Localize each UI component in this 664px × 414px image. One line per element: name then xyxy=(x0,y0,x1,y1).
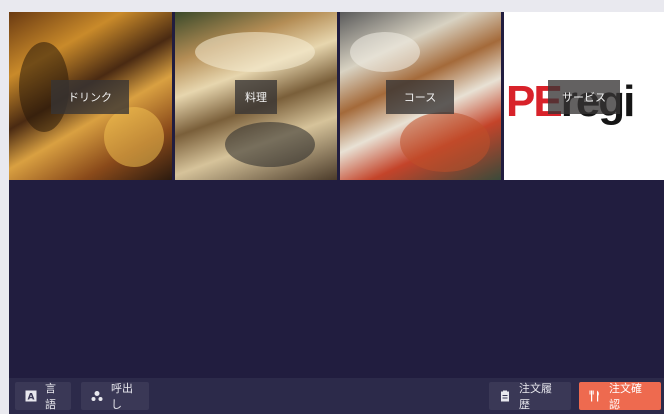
language-icon: A xyxy=(25,390,37,402)
tile-service[interactable]: PEregi サービス xyxy=(504,12,664,180)
language-label: 言語 xyxy=(45,382,56,411)
tile-food-label: 料理 xyxy=(235,80,277,114)
svg-text:A: A xyxy=(28,393,35,403)
order-history-icon xyxy=(499,390,511,402)
call-staff-button[interactable]: 呼出し xyxy=(81,382,149,411)
order-history-label: 注文履歴 xyxy=(519,382,552,411)
tile-course[interactable]: コース xyxy=(340,12,501,180)
bottom-bar: A 言語 呼出し 注文履歴 注文確認 xyxy=(9,378,664,414)
order-history-button[interactable]: 注文履歴 xyxy=(489,382,571,411)
tile-service-label: サービス xyxy=(548,80,620,114)
tile-drink[interactable]: ドリンク xyxy=(9,12,172,180)
app-container: ドリンク 料理 コース PEregi サービス A 言語 xyxy=(9,12,664,414)
tile-drink-label: ドリンク xyxy=(51,80,129,114)
order-confirm-button[interactable]: 注文確認 xyxy=(579,382,661,411)
order-confirm-label: 注文確認 xyxy=(609,382,642,411)
call-staff-icon xyxy=(91,390,103,402)
tile-food[interactable]: 料理 xyxy=(175,12,337,180)
utensils-icon xyxy=(589,390,601,402)
category-grid: ドリンク 料理 コース PEregi サービス xyxy=(9,12,664,180)
call-staff-label: 呼出し xyxy=(111,382,133,411)
tile-course-label: コース xyxy=(386,80,454,114)
language-button[interactable]: A 言語 xyxy=(15,382,71,411)
